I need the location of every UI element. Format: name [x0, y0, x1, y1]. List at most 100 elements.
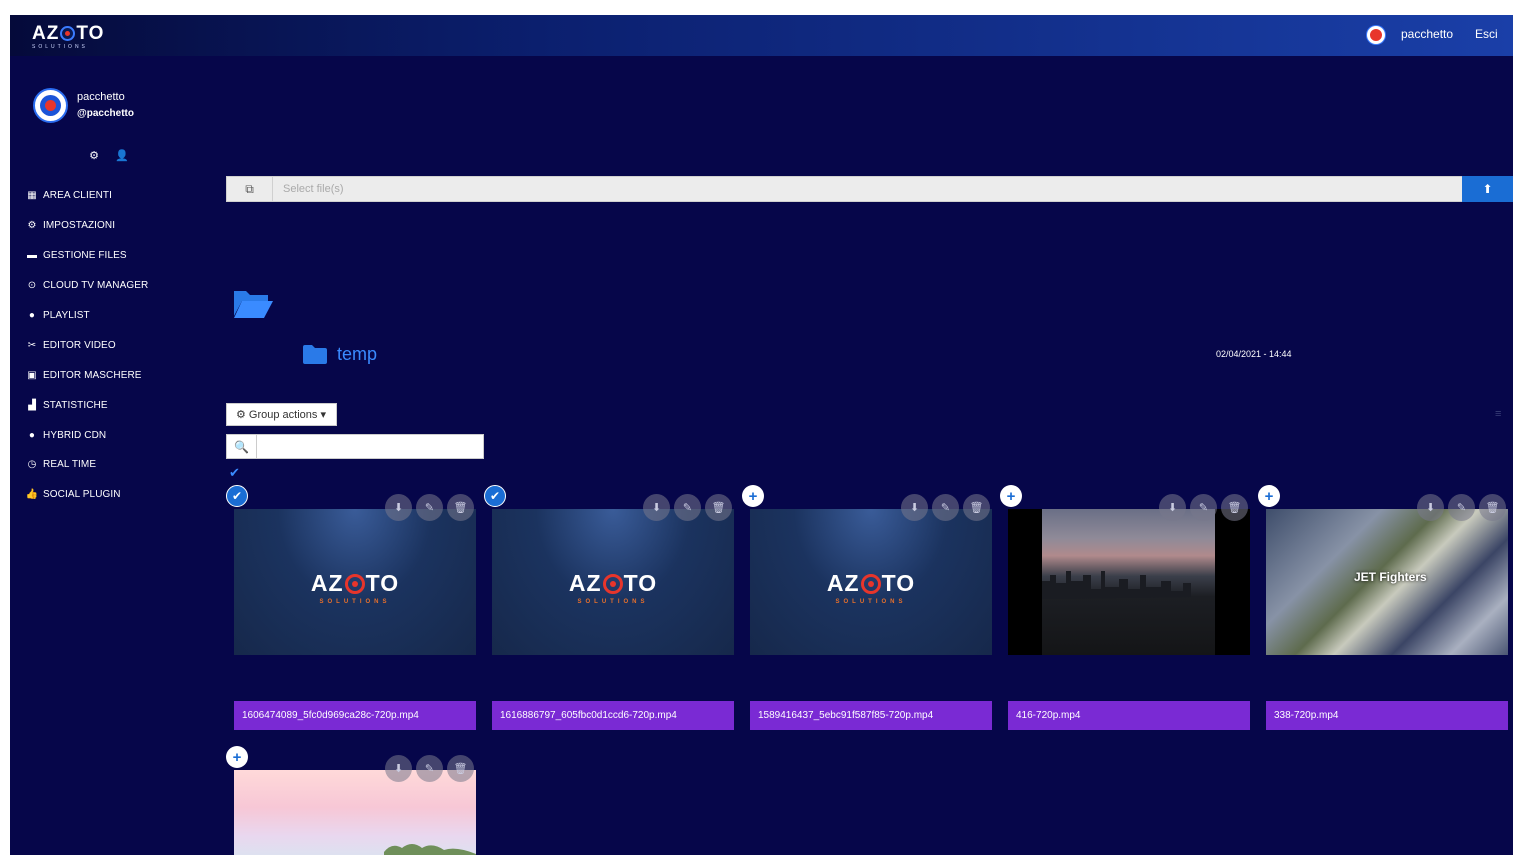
sidebar-item-social-plugin[interactable]: 👍 SOCIAL PLUGIN [25, 480, 215, 510]
sidebar-item-statistiche[interactable]: ▟ STATISTICHE [25, 390, 215, 420]
card-actions: ⬇ ✎ 🗑 [385, 755, 478, 782]
profile-tools: ⚙ 👤 [86, 149, 142, 162]
profile-name: pacchetto [77, 91, 125, 103]
video-thumbnail[interactable]: JET Fighters [1266, 509, 1508, 655]
top-bar: AZ TO SOLUTIONS pacchetto Esci [10, 15, 1513, 56]
clock-icon: ◷ [27, 459, 37, 471]
folder-open-icon [234, 291, 273, 318]
sidebar-item-label: CLOUD TV MANAGER [43, 280, 149, 292]
sidebar-item-real-time[interactable]: ◷ REAL TIME [25, 450, 215, 480]
header-avatar[interactable] [1367, 26, 1385, 44]
upload-icon: ⬆ [1482, 182, 1493, 196]
group-actions-dropdown[interactable]: ⚙ Group actions ▾ [226, 403, 337, 426]
sidebar-item-gestione-files[interactable]: ▬ GESTIONE FILES [25, 241, 215, 271]
trash-icon[interactable]: 🗑 [1221, 494, 1248, 521]
folder-name: temp [337, 344, 378, 364]
card-actions: ⬇ ✎ 🗑 [643, 494, 736, 521]
download-icon[interactable]: ⬇ [643, 494, 670, 521]
header-username[interactable]: pacchetto [1401, 27, 1453, 41]
logo-target-icon [860, 574, 881, 594]
edit-icon[interactable]: ✎ [1448, 494, 1475, 521]
sidebar-nav: ▦ AREA CLIENTI ⚙ IMPOSTAZIONI ▬ GESTIONE FI… [25, 181, 215, 510]
selected-check-icon[interactable]: ✔ [226, 485, 248, 507]
brand-logo[interactable]: AZ TO [32, 23, 105, 44]
sidebar-item-impostazioni[interactable]: ⚙ IMPOSTAZIONI [25, 211, 215, 241]
video-thumbnail[interactable]: AZ TO SOLUTIONS [234, 509, 476, 655]
folder-icon [303, 345, 327, 364]
add-icon[interactable]: + [1000, 485, 1022, 507]
edit-icon[interactable]: ✎ [674, 494, 701, 521]
sidebar-item-hybrid-cdn[interactable]: ● HYBRID CDN [25, 420, 215, 450]
video-thumbnail[interactable] [1008, 509, 1250, 655]
file-name-label: 416-720p.mp4 [1008, 701, 1250, 730]
trash-icon[interactable]: 🗑 [1479, 494, 1506, 521]
settings-icon[interactable]: ⚙ [86, 149, 102, 162]
file-name-label: 1589416437_5ebc91f587f85-720p.mp4 [750, 701, 992, 730]
video-thumbnail[interactable]: AZ TO SOLUTIONS [750, 509, 992, 655]
sidebar-item-cloud-tv-manager[interactable]: ⊙ CLOUD TV MANAGER [25, 271, 215, 301]
browse-button[interactable]: ⧉ [227, 177, 273, 201]
download-icon[interactable]: ⬇ [901, 494, 928, 521]
thumb-logo: AZ TO [826, 570, 916, 596]
list-view-icon[interactable]: ≡ [1495, 408, 1501, 420]
edit-icon[interactable]: ✎ [932, 494, 959, 521]
download-icon[interactable]: ⬇ [1417, 494, 1444, 521]
sidebar-item-label: SOCIAL PLUGIN [43, 489, 121, 501]
file-name-label: 1606474089_5fc0d969ca28c-720p.mp4 [234, 701, 476, 730]
video-thumbnail[interactable] [234, 770, 476, 855]
sidebar-item-playlist[interactable]: ● PLAYLIST [25, 301, 215, 331]
logo-text-b: TO [76, 23, 105, 44]
sidebar-item-area-clienti[interactable]: ▦ AREA CLIENTI [25, 181, 215, 211]
select-all-check-icon[interactable]: ✔ [229, 465, 240, 481]
profile-handle: @pacchetto [77, 108, 134, 119]
card-actions: ⬇ ✎ 🗑 [901, 494, 994, 521]
logo-subtitle: SOLUTIONS [32, 44, 88, 50]
edit-icon[interactable]: ✎ [416, 494, 443, 521]
grid-icon: ▦ [27, 190, 37, 202]
trash-icon[interactable]: 🗑 [447, 494, 474, 521]
logo-text-a: AZ [32, 23, 60, 44]
search-box[interactable]: 🔍 [226, 434, 484, 459]
group-actions-label: Group actions [248, 408, 318, 421]
add-icon[interactable]: + [226, 746, 248, 768]
file-upload-bar: ⧉ Select file(s) ⬆ [226, 176, 1513, 202]
card-actions: ⬇ ✎ 🗑 [385, 494, 478, 521]
trash-icon[interactable]: 🗑 [705, 494, 732, 521]
edit-icon[interactable]: ✎ [416, 755, 443, 782]
sidebar-item-editor-maschere[interactable]: ▣ EDITOR MASCHERE [25, 360, 215, 390]
trash-icon[interactable]: 🗑 [963, 494, 990, 521]
sidebar-item-label: PLAYLIST [43, 310, 90, 321]
thumb-title: JET Fighters [1354, 570, 1427, 584]
logout-link[interactable]: Esci [1475, 27, 1498, 41]
user-icon[interactable]: 👤 [114, 149, 130, 162]
selected-check-icon[interactable]: ✔ [484, 485, 506, 507]
parent-folder[interactable] [232, 288, 274, 325]
globe-icon: ● [28, 429, 36, 441]
add-icon[interactable]: + [1258, 485, 1280, 507]
download-icon[interactable]: ⬇ [1159, 494, 1186, 521]
sidebar-item-label: HYBRID CDN [43, 429, 107, 441]
thumbs-up-icon: 👍 [25, 489, 39, 501]
download-icon[interactable]: ⬇ [385, 755, 412, 782]
video-thumbnail[interactable]: AZ TO SOLUTIONS [492, 509, 734, 655]
edit-icon[interactable]: ✎ [1190, 494, 1217, 521]
sidebar-item-label: IMPOSTAZIONI [43, 220, 116, 232]
thumb-logo: AZ TO [568, 570, 658, 596]
thumb-logo-sub: SOLUTIONS [835, 599, 907, 605]
sidebar-item-editor-video[interactable]: ✂ EDITOR VIDEO [25, 330, 215, 360]
thumb-logo-sub: SOLUTIONS [577, 599, 649, 605]
gear-icon: ⚙ [27, 220, 37, 232]
globe-icon: ● [28, 310, 36, 321]
file-select-input[interactable]: Select file(s) [283, 183, 344, 195]
signal-icon: ▟ [28, 399, 36, 411]
scissors-icon: ✂ [27, 339, 37, 351]
drive-icon: ▬ [26, 250, 38, 262]
search-icon: 🔍 [227, 435, 257, 458]
download-icon[interactable]: ⬇ [385, 494, 412, 521]
logo-target-icon [602, 574, 623, 594]
trash-icon[interactable]: 🗑 [447, 755, 474, 782]
upload-button[interactable]: ⬆ [1462, 176, 1513, 202]
add-icon[interactable]: + [742, 485, 764, 507]
caret-down-icon: ▾ [317, 409, 326, 421]
folder-temp[interactable]: temp [303, 344, 377, 365]
